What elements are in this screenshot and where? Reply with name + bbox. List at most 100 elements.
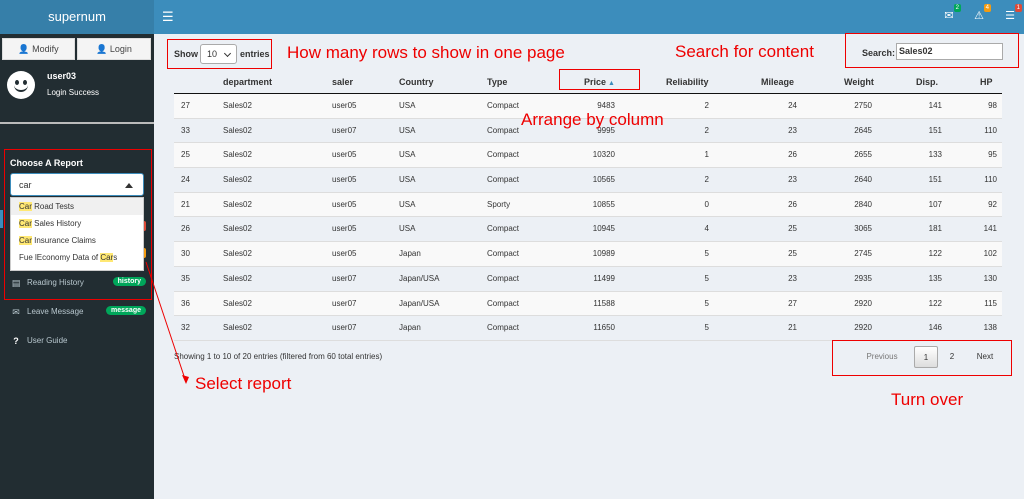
table-cell: Sales02: [223, 224, 252, 234]
user-icon: 👤: [96, 44, 108, 54]
tasks-icon[interactable]: ☰ 1: [1003, 4, 1022, 23]
column-header-country[interactable]: Country: [399, 77, 434, 87]
table-cell: user07: [332, 273, 357, 283]
table-row: 26 Sales02 user05 USA Compact 10945 4 25 3065 181…: [174, 217, 1002, 243]
warning-icon[interactable]: ⚠ 4: [972, 4, 991, 23]
message-badge: message: [106, 306, 146, 315]
annotation-box-search: [845, 33, 1019, 68]
table-cell: USA: [399, 224, 416, 234]
sidebar-item-user-guide[interactable]: ? User Guide: [0, 332, 154, 352]
column-header-mileage[interactable]: Mileage: [761, 77, 794, 87]
table-cell: Compact: [487, 224, 520, 234]
column-header-reliability[interactable]: Reliability: [666, 77, 709, 87]
table-cell: 5: [704, 273, 709, 283]
user-panel: user03 Login Success: [0, 66, 154, 121]
table-cell: 2640: [854, 175, 872, 185]
table-cell: 2840: [854, 199, 872, 209]
table-cell: 25: [181, 150, 190, 160]
table-cell: 26: [788, 199, 797, 209]
column-header-type[interactable]: Type: [487, 77, 507, 87]
table-cell: 2920: [854, 323, 872, 333]
table-cell: user05: [332, 199, 357, 209]
annotation-box-rows: [167, 39, 272, 69]
table-cell: 110: [984, 125, 997, 135]
table-cell: Sporty: [487, 199, 511, 209]
hamburger-icon[interactable]: ☰: [162, 9, 174, 25]
table-cell: 2920: [854, 298, 872, 308]
table-row: 25 Sales02 user05 USA Compact 10320 1 26 2655 133…: [174, 143, 1002, 169]
table-cell: Japan: [399, 249, 421, 259]
table-cell: 5: [704, 249, 709, 259]
annotation-search: Search for content: [675, 42, 814, 61]
column-header-saler[interactable]: saler: [332, 77, 353, 87]
column-header-weight[interactable]: Weight: [844, 77, 874, 87]
table-cell: 10989: [592, 249, 615, 259]
divider: [0, 122, 154, 124]
table-cell: 10945: [592, 224, 615, 234]
table-cell: 24: [788, 101, 797, 110]
table-cell: 9483: [597, 101, 615, 110]
table-cell: 2: [704, 175, 709, 185]
report-option[interactable]: Car Sales History: [11, 215, 143, 232]
table-cell: user07: [332, 125, 357, 135]
envelope-icon[interactable]: ✉ 2: [942, 4, 961, 23]
report-option[interactable]: Fue lEconomy Data of Cars: [11, 249, 143, 266]
table-cell: 27: [788, 298, 797, 308]
table-cell: 133: [928, 150, 942, 160]
table-row: 21 Sales02 user05 USA Sporty 10855 0 26 2840 107 9…: [174, 192, 1002, 218]
table-cell: 98: [988, 101, 997, 110]
table-cell: 5: [704, 323, 709, 333]
table-cell: 110: [984, 175, 997, 185]
login-button[interactable]: 👤 Login: [77, 38, 151, 60]
annotation-rows: How many rows to show in one page: [287, 43, 565, 62]
table-cell: Compact: [487, 323, 520, 333]
table-cell: Compact: [487, 249, 520, 259]
table-row: 35 Sales02 user07 Japan/USA Compact 11499 5 23 2…: [174, 267, 1002, 292]
table-cell: 92: [988, 199, 997, 209]
table-cell: user05: [332, 101, 357, 110]
table-cell: USA: [399, 101, 416, 110]
app-logo[interactable]: supernum: [0, 0, 154, 34]
table-cell: 2645: [854, 125, 872, 135]
table-cell: 2750: [854, 101, 872, 110]
modify-button[interactable]: 👤 Modify: [2, 38, 75, 60]
column-header-hp[interactable]: HP: [980, 77, 993, 87]
auth-buttons: 👤 Modify 👤 Login: [0, 38, 154, 60]
table-cell: Compact: [487, 298, 520, 308]
table-cell: user05: [332, 175, 357, 185]
column-header-disp[interactable]: Disp.: [916, 77, 938, 87]
table-cell: Sales02: [223, 298, 252, 308]
table-cell: 25: [788, 224, 797, 234]
table-cell: Sales02: [223, 249, 252, 259]
annotation-sort: Arrange by column: [521, 110, 664, 129]
sidebar-item-label: Leave Message: [27, 307, 84, 316]
sidebar-item-leave-message[interactable]: ✉ Leave Message message: [0, 303, 154, 323]
table-cell: USA: [399, 150, 416, 160]
table-cell: 107: [928, 199, 942, 209]
table-cell: Sales02: [223, 273, 252, 283]
table-cell: 36: [181, 298, 190, 308]
table-cell: Compact: [487, 273, 520, 283]
report-option[interactable]: Car Road Tests: [11, 198, 143, 215]
annotation-select: Select report: [195, 374, 292, 393]
table-row: 24 Sales02 user05 USA Compact 10565 2 23 2640 151…: [174, 168, 1002, 193]
table-cell: Sales02: [223, 101, 252, 110]
table-cell: 2745: [854, 249, 872, 259]
table-cell: USA: [399, 125, 416, 135]
table-cell: 102: [983, 249, 997, 259]
table-cell: USA: [399, 175, 416, 185]
table-cell: 26: [181, 224, 190, 234]
report-option[interactable]: Car Insurance Claims: [11, 232, 143, 249]
question-icon: ?: [13, 336, 19, 346]
table-cell: Compact: [487, 101, 520, 110]
column-header-department[interactable]: department: [223, 77, 272, 87]
table-cell: 151: [928, 175, 942, 185]
active-indicator: [0, 210, 3, 228]
table-cell: 2655: [854, 150, 872, 160]
table-cell: 33: [181, 125, 190, 135]
envelope-icon: ✉: [12, 307, 20, 317]
table-cell: 25: [788, 249, 797, 259]
table-cell: Sales02: [223, 323, 252, 333]
table-cell: 11650: [593, 323, 615, 333]
sidebar-item-label: User Guide: [27, 336, 68, 345]
